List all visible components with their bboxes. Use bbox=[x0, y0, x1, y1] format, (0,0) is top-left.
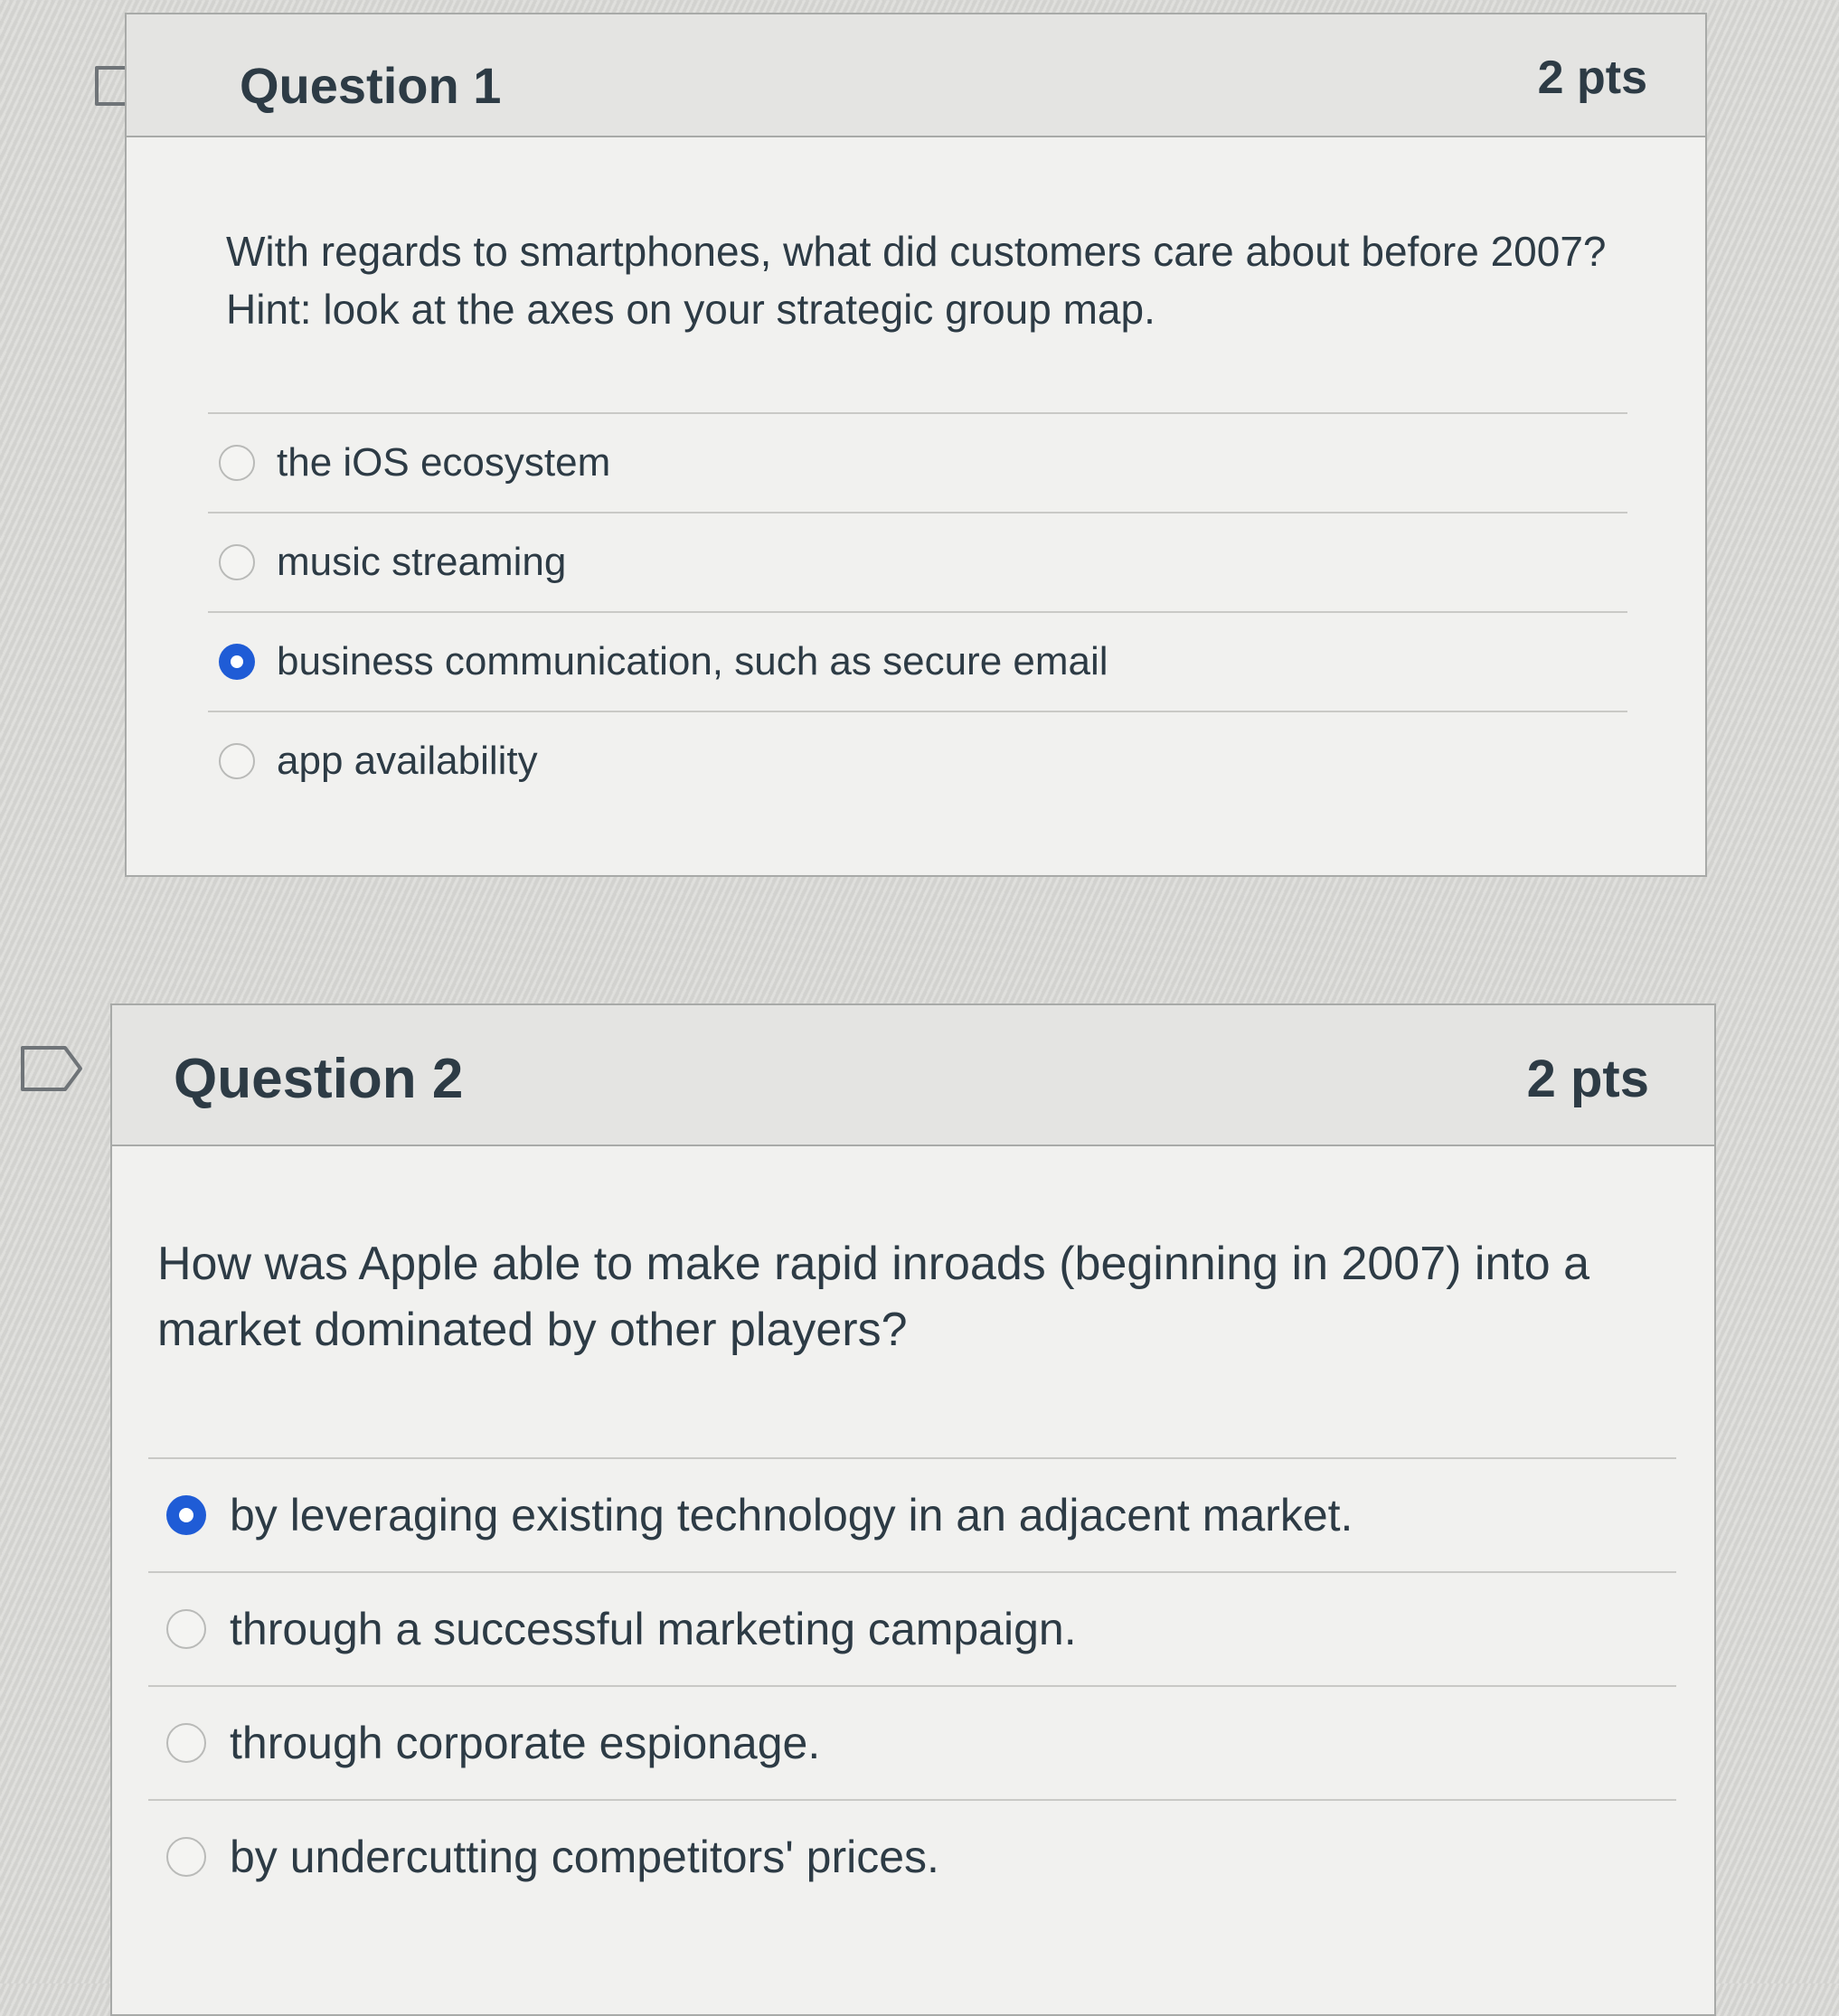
question-header: Question 1 2 pts bbox=[127, 14, 1705, 137]
answer-label[interactable]: app availability bbox=[277, 739, 538, 784]
radio-button-selected[interactable] bbox=[166, 1495, 206, 1535]
answer-option[interactable]: the iOS ecosystem bbox=[208, 412, 1627, 512]
answer-option[interactable]: by leveraging existing technology in an … bbox=[148, 1457, 1676, 1571]
radio-button[interactable] bbox=[166, 1837, 206, 1877]
question-header: Question 2 2 pts bbox=[112, 1005, 1714, 1146]
answer-option[interactable]: through a successful marketing campaign. bbox=[148, 1571, 1676, 1685]
answer-label[interactable]: through corporate espionage. bbox=[230, 1717, 820, 1769]
radio-button[interactable] bbox=[219, 743, 255, 779]
flag-question-icon[interactable] bbox=[20, 1045, 83, 1092]
answer-label[interactable]: by leveraging existing technology in an … bbox=[230, 1489, 1353, 1541]
radio-button-selected[interactable] bbox=[219, 644, 255, 680]
question-title: Question 1 bbox=[240, 57, 502, 114]
question-title: Question 2 bbox=[174, 1048, 464, 1110]
answer-option[interactable]: app availability bbox=[208, 711, 1627, 810]
radio-button[interactable] bbox=[166, 1723, 206, 1763]
radio-button[interactable] bbox=[219, 544, 255, 580]
question-card: Question 2 2 pts How was Apple able to m… bbox=[110, 1003, 1716, 2016]
answer-list: by leveraging existing technology in an … bbox=[148, 1457, 1676, 1913]
answer-label[interactable]: through a successful marketing campaign. bbox=[230, 1603, 1077, 1655]
answer-option[interactable]: by undercutting competitors' prices. bbox=[148, 1799, 1676, 1913]
question-text: How was Apple able to make rapid inroads… bbox=[157, 1238, 1590, 1356]
question-text: With regards to smartphones, what did cu… bbox=[226, 228, 1607, 334]
answer-option[interactable]: through corporate espionage. bbox=[148, 1685, 1676, 1799]
answer-label[interactable]: the iOS ecosystem bbox=[277, 440, 610, 485]
question-card: Question 1 2 pts With regards to smartph… bbox=[125, 13, 1707, 877]
answer-label[interactable]: by undercutting competitors' prices. bbox=[230, 1831, 939, 1883]
answer-option[interactable]: business communication, such as secure e… bbox=[208, 611, 1627, 711]
question-points: 2 pts bbox=[1537, 52, 1647, 104]
radio-button[interactable] bbox=[219, 445, 255, 481]
question-points: 2 pts bbox=[1526, 1050, 1649, 1108]
answer-label[interactable]: music streaming bbox=[277, 540, 566, 585]
radio-button[interactable] bbox=[166, 1609, 206, 1649]
answer-label[interactable]: business communication, such as secure e… bbox=[277, 639, 1108, 684]
answer-option[interactable]: music streaming bbox=[208, 512, 1627, 611]
answer-list: the iOS ecosystem music streaming busine… bbox=[208, 412, 1627, 810]
